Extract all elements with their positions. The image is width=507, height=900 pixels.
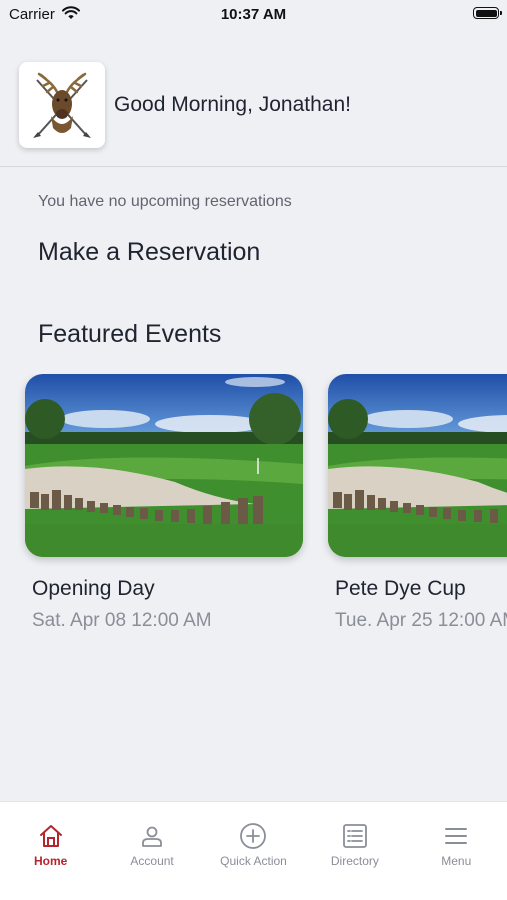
event-card[interactable]: Opening Day Sat. Apr 08 12:00 AM [25,374,303,632]
featured-events-title: Featured Events [38,320,222,348]
event-name: Pete Dye Cup [335,577,466,600]
hamburger-menu-icon [445,828,468,844]
list-document-icon [342,824,367,848]
elk-crest-logo [33,72,91,138]
clock: 10:37 AM [220,6,287,23]
event-name: Opening Day [32,577,155,600]
greeting-text: Good Morning, Jonathan! [114,93,351,116]
tab-quick-action[interactable]: Quick Action [203,802,304,900]
tab-home[interactable]: Home [0,802,101,900]
featured-events-carousel[interactable]: Opening Day Sat. Apr 08 12:00 AM Pete Dy… [0,374,507,644]
tab-label: Directory [330,854,379,868]
bottom-tab-bar: Home Account Quick Action Directory Menu [0,801,507,900]
event-date: Sat. Apr 08 12:00 AM [32,610,212,631]
event-date: Tue. Apr 25 12:00 AM [335,610,507,631]
tab-label: Quick Action [220,854,287,868]
tab-label: Menu [441,854,472,868]
tab-menu[interactable]: Menu [406,802,507,900]
plus-circle-icon [240,823,267,849]
tab-directory[interactable]: Directory [304,802,405,900]
battery-icon [473,7,502,19]
header-divider [0,166,507,167]
make-reservation-link[interactable]: Make a Reservation [38,238,260,267]
tab-label: Home [34,854,68,868]
club-logo [19,62,105,148]
person-icon [142,826,162,847]
event-image [328,374,507,557]
status-bar: Carrier 10:37 AM [0,0,507,30]
tab-account[interactable]: Account [101,802,202,900]
header: Good Morning, Jonathan! [19,62,507,148]
event-card[interactable]: Pete Dye Cup Tue. Apr 25 12:00 AM [328,374,507,632]
event-image [25,374,303,557]
home-icon [39,825,62,847]
no-reservations-message: You have no upcoming reservations [38,193,292,210]
tab-label: Account [130,854,174,868]
